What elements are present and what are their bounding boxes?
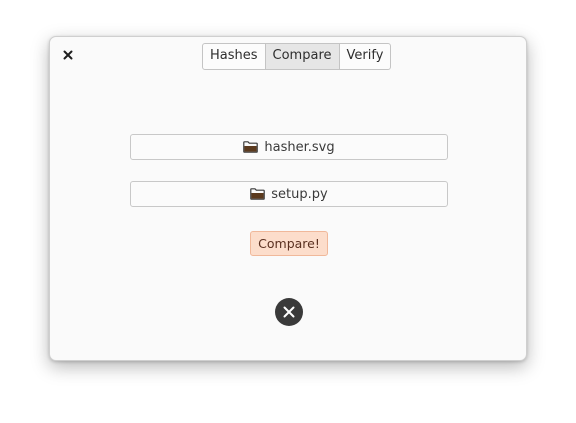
close-button[interactable] xyxy=(59,46,77,64)
compare-button[interactable]: Compare! xyxy=(250,231,328,256)
first-file-chooser-button[interactable]: hasher.svg xyxy=(130,134,448,160)
close-icon xyxy=(63,50,73,60)
error-circle-icon xyxy=(275,298,303,326)
tab-verify[interactable]: Verify xyxy=(340,44,391,69)
view-switcher: Hashes Compare Verify xyxy=(202,43,392,70)
second-file-label: setup.py xyxy=(271,186,328,202)
folder-icon xyxy=(243,141,259,153)
first-file-label: hasher.svg xyxy=(264,139,335,155)
tab-compare[interactable]: Compare xyxy=(265,44,340,69)
second-file-chooser-button[interactable]: setup.py xyxy=(130,181,448,207)
app-window: Hashes Compare Verify hasher.svg setup.p… xyxy=(49,36,527,361)
folder-icon xyxy=(250,188,266,200)
tab-hashes[interactable]: Hashes xyxy=(203,44,266,69)
